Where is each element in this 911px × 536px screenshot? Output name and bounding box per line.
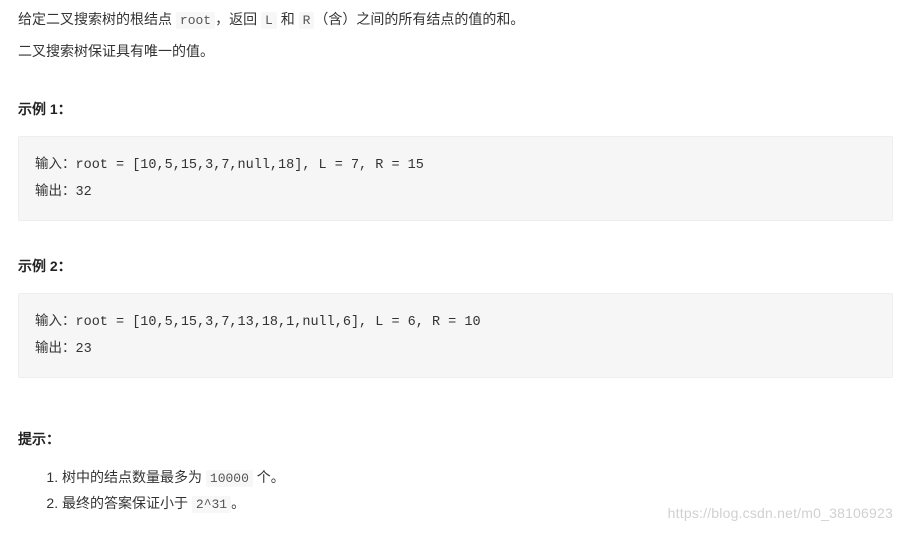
output-value: 23 [76, 342, 92, 357]
text: 树中的结点数量最多为 [62, 469, 206, 485]
output-value: 32 [76, 185, 92, 200]
text: 最终的答案保证小于 [62, 495, 192, 511]
code-value: 10000 [206, 470, 253, 487]
problem-description-line2: 二叉搜索树保证具有唯一的值。 [18, 40, 893, 64]
hints-list: 树中的结点数量最多为 10000 个。 最终的答案保证小于 2^31。 [18, 466, 893, 516]
text: 给定二叉搜索树的根结点 [18, 11, 176, 27]
hints-section: 提示： 树中的结点数量最多为 10000 个。 最终的答案保证小于 2^31。 [18, 428, 893, 516]
hint-item: 最终的答案保证小于 2^31。 [62, 492, 893, 516]
input-value: root = [10,5,15,3,7,13,18,1,null,6], L =… [76, 315, 481, 330]
text: 和 [277, 11, 299, 27]
example1-title: 示例 1： [18, 98, 893, 122]
hints-title: 提示： [18, 428, 893, 452]
example2-block: 输入：root = [10,5,15,3,7,13,18,1,null,6], … [18, 293, 893, 378]
code-r: R [299, 12, 315, 29]
code-value: 2^31 [192, 496, 231, 513]
output-label: 输出： [35, 340, 76, 355]
text: 。 [231, 495, 245, 511]
input-value: root = [10,5,15,3,7,null,18], L = 7, R =… [76, 158, 424, 173]
example2-title: 示例 2： [18, 255, 893, 279]
output-label: 输出： [35, 183, 76, 198]
code-l: L [261, 12, 277, 29]
text: 个。 [253, 469, 285, 485]
code-root: root [176, 12, 215, 29]
input-label: 输入： [35, 156, 76, 171]
hint-item: 树中的结点数量最多为 10000 个。 [62, 466, 893, 490]
problem-description-line1: 给定二叉搜索树的根结点 root，返回 L 和 R（含）之间的所有结点的值的和。 [18, 8, 893, 32]
input-label: 输入： [35, 313, 76, 328]
text: ，返回 [215, 11, 261, 27]
example1-block: 输入：root = [10,5,15,3,7,null,18], L = 7, … [18, 136, 893, 221]
text: （含）之间的所有结点的值的和。 [314, 11, 524, 27]
